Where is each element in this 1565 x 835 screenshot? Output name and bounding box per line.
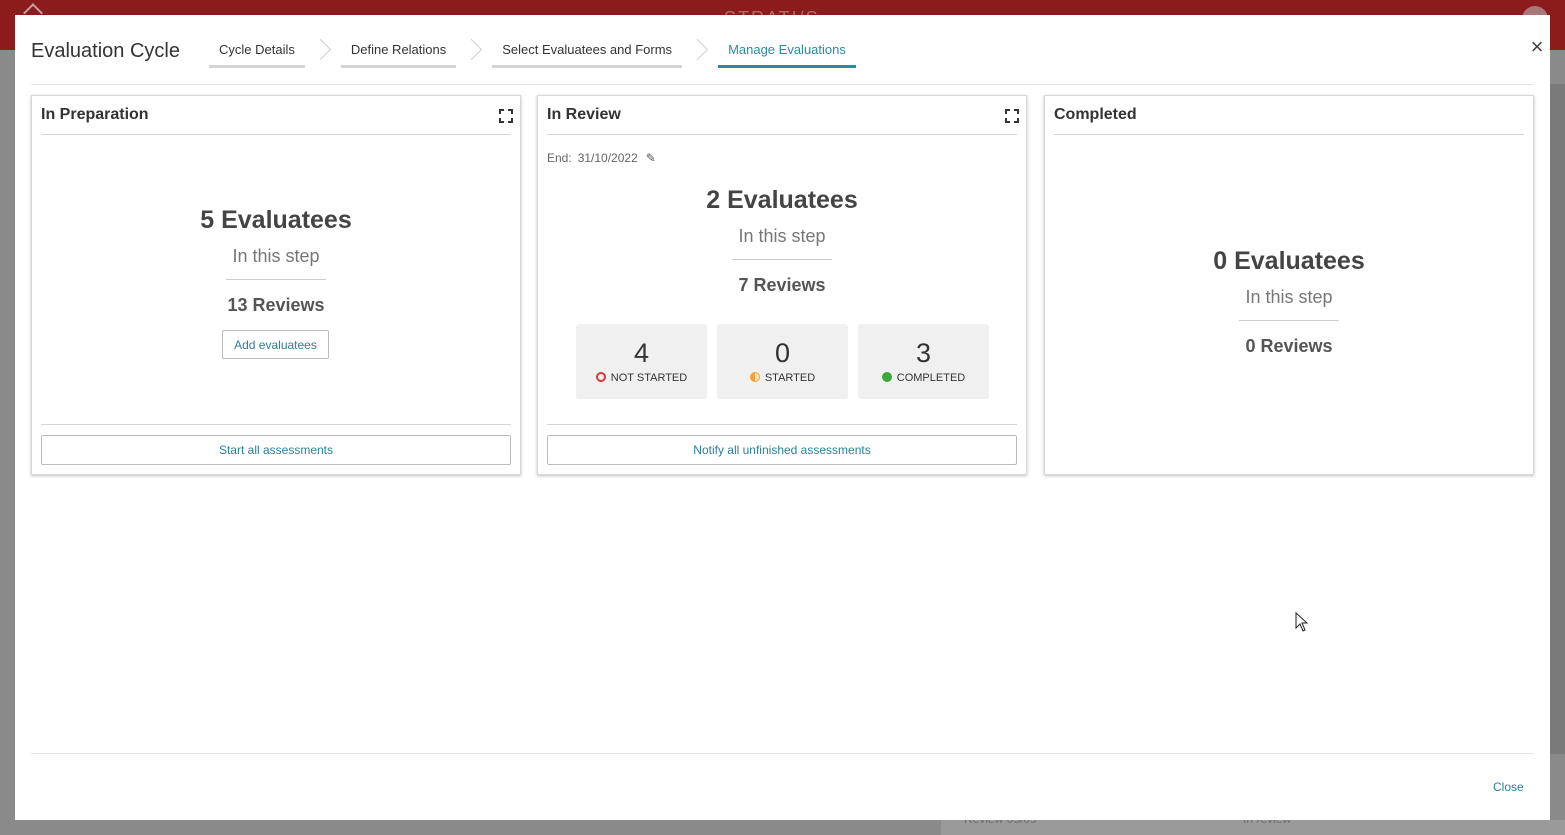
chevron-right-icon: [682, 37, 718, 67]
chevron-right-icon: [305, 37, 341, 67]
status-not-started[interactable]: 4 NOT STARTED: [576, 324, 707, 399]
modal-header: Evaluation Cycle Cycle Details Define Re…: [31, 15, 1543, 85]
evaluation-cycle-modal: Evaluation Cycle Cycle Details Define Re…: [15, 15, 1550, 820]
status-started[interactable]: 0 STARTED: [717, 324, 848, 399]
evaluatees-count: 2 Evaluatees: [706, 186, 858, 214]
end-label: End:: [547, 151, 572, 165]
reviews-count: 7 Reviews: [738, 275, 826, 295]
end-date: 31/10/2022: [577, 151, 638, 165]
evaluatees-count: 5 Evaluatees: [200, 206, 352, 234]
card-header: In Review: [547, 96, 1019, 135]
start-all-assessments-button[interactable]: Start all assessments: [41, 435, 511, 465]
wizard-steps: Cycle Details Define Relations Select Ev…: [209, 37, 856, 68]
card-title: In Review: [547, 106, 621, 123]
reviews-count: 13 Reviews: [227, 295, 325, 315]
notify-unfinished-button[interactable]: Notify all unfinished assessments: [547, 435, 1017, 465]
chevron-right-icon: [456, 37, 492, 67]
card-title: Completed: [1054, 106, 1137, 123]
close-button[interactable]: Close: [1493, 780, 1524, 794]
status-count: 4: [633, 338, 650, 368]
background-scrollbar: [1550, 84, 1565, 754]
step-select-evaluatees[interactable]: Select Evaluatees and Forms: [492, 37, 683, 68]
divider: [547, 424, 1017, 425]
reviews-count: 0 Reviews: [1245, 336, 1333, 356]
expand-icon[interactable]: [499, 109, 513, 123]
half-circle-icon: [749, 372, 760, 382]
end-date-row: End: 31/10/2022 ✎: [547, 151, 656, 165]
divider: [41, 424, 511, 425]
filled-circle-icon: [881, 372, 892, 382]
step-define-relations[interactable]: Define Relations: [340, 37, 457, 68]
card-in-review: In Review End: 31/10/2022 ✎ 2 Evaluatees I…: [537, 95, 1027, 475]
divider: [732, 259, 832, 260]
close-icon[interactable]: ×: [1526, 36, 1548, 59]
modal-footer-divider: [31, 753, 1534, 754]
status-label: NOT STARTED: [610, 372, 688, 384]
expand-icon[interactable]: [1005, 109, 1019, 123]
modal-title: Evaluation Cycle: [31, 40, 180, 62]
divider: [226, 279, 326, 280]
empty-circle-icon: [595, 372, 606, 382]
card-header: Completed: [1054, 96, 1524, 135]
pencil-icon[interactable]: ✎: [646, 151, 656, 165]
step-subtitle: In this step: [232, 246, 320, 266]
status-label: STARTED: [764, 372, 816, 384]
status-count: 0: [774, 338, 791, 368]
status-completed[interactable]: 3 COMPLETED: [858, 324, 989, 399]
add-evaluatees-button[interactable]: Add evaluatees: [222, 330, 329, 359]
card-in-preparation: In Preparation 5 Evaluatees In this step…: [31, 95, 521, 475]
evaluatees-count: 0 Evaluatees: [1213, 247, 1365, 275]
card-header: In Preparation: [41, 96, 513, 135]
step-subtitle: In this step: [1245, 287, 1333, 307]
step-subtitle: In this step: [738, 226, 826, 246]
status-label: COMPLETED: [896, 372, 966, 384]
card-completed: Completed 0 Evaluatees In this step 0 Re…: [1044, 95, 1534, 475]
step-manage-evaluations[interactable]: Manage Evaluations: [718, 37, 856, 68]
step-cycle-details[interactable]: Cycle Details: [209, 37, 305, 68]
divider: [1239, 320, 1339, 321]
card-title: In Preparation: [41, 106, 149, 123]
status-count: 3: [915, 338, 932, 368]
